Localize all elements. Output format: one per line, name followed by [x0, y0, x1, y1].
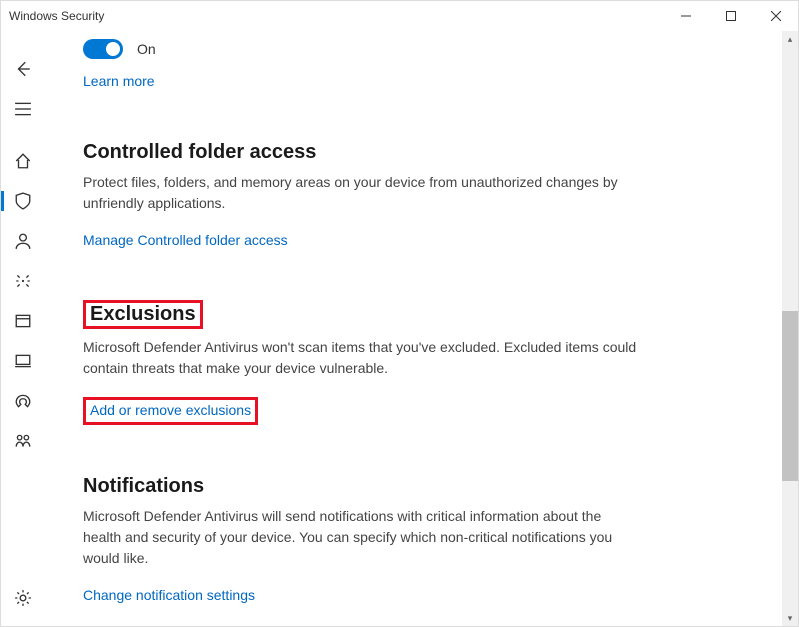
maximize-button[interactable]: [708, 1, 753, 31]
device-security-icon[interactable]: [1, 341, 45, 381]
exclusions-body: Microsoft Defender Antivirus won't scan …: [83, 337, 643, 379]
scroll-down-arrow[interactable]: ▾: [782, 610, 798, 626]
family-options-icon[interactable]: [1, 421, 45, 461]
firewall-icon[interactable]: [1, 261, 45, 301]
realtime-toggle[interactable]: [83, 39, 123, 59]
manage-controlled-folder-link[interactable]: Manage Controlled folder access: [83, 232, 288, 248]
controlled-folder-section: Controlled folder access Protect files, …: [83, 141, 643, 250]
controlled-folder-heading: Controlled folder access: [83, 141, 643, 164]
titlebar: Windows Security: [1, 1, 798, 31]
shield-icon[interactable]: [1, 181, 45, 221]
back-button[interactable]: [1, 49, 45, 89]
exclusions-link-highlight: Add or remove exclusions: [83, 397, 258, 425]
controlled-folder-body: Protect files, folders, and memory areas…: [83, 172, 643, 214]
scrollbar-thumb[interactable]: [782, 311, 798, 481]
close-button[interactable]: [753, 1, 798, 31]
sidebar: [1, 31, 45, 626]
exclusions-section: Exclusions Microsoft Defender Antivirus …: [83, 300, 643, 425]
change-notification-settings-link[interactable]: Change notification settings: [83, 587, 255, 603]
toggle-state-label: On: [137, 41, 156, 57]
minimize-button[interactable]: [663, 1, 708, 31]
exclusions-heading-highlight: Exclusions: [83, 300, 203, 329]
exclusions-heading: Exclusions: [90, 303, 196, 326]
app-browser-icon[interactable]: [1, 301, 45, 341]
device-performance-icon[interactable]: [1, 381, 45, 421]
menu-button[interactable]: [1, 89, 45, 129]
home-icon[interactable]: [1, 141, 45, 181]
settings-icon[interactable]: [1, 578, 45, 618]
window-title: Windows Security: [9, 9, 663, 23]
account-icon[interactable]: [1, 221, 45, 261]
learn-more-link[interactable]: Learn more: [83, 73, 155, 89]
notifications-heading: Notifications: [83, 475, 643, 498]
scroll-up-arrow[interactable]: ▴: [782, 31, 798, 47]
notifications-section: Notifications Microsoft Defender Antivir…: [83, 475, 643, 605]
content-area: On Learn more Controlled folder access P…: [45, 31, 798, 626]
add-remove-exclusions-link[interactable]: Add or remove exclusions: [90, 402, 251, 418]
notifications-body: Microsoft Defender Antivirus will send n…: [83, 506, 643, 569]
